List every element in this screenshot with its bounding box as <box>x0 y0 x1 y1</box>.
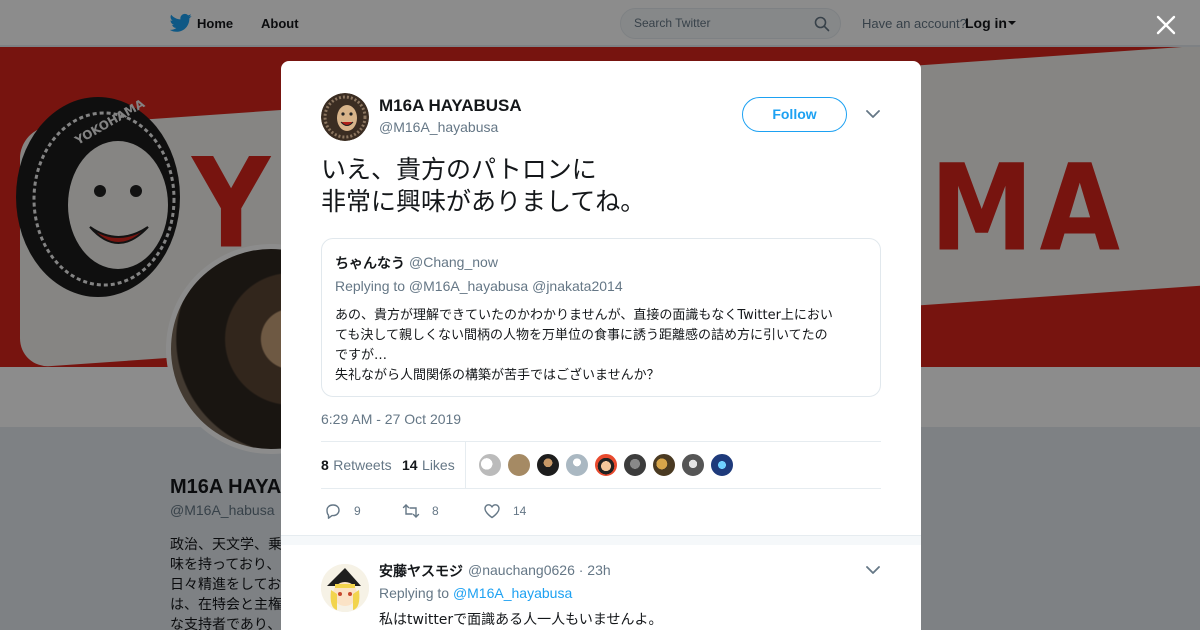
like-button[interactable]: 14 <box>483 501 543 521</box>
like-count: 14 <box>513 504 527 518</box>
retweet-button[interactable]: 8 <box>402 501 462 521</box>
quoted-tweet[interactable]: ちゃんなう @Chang_now Replying to @M16A_hayab… <box>321 238 881 397</box>
retweets-stat[interactable]: 8 Retweets <box>321 457 392 475</box>
liker-avatar[interactable] <box>681 453 705 477</box>
retweet-count: 8 <box>432 504 439 518</box>
liker-avatar[interactable] <box>623 453 647 477</box>
replies-divider <box>281 535 921 545</box>
liker-avatar[interactable] <box>710 453 734 477</box>
chevron-down-icon[interactable] <box>866 565 880 575</box>
retweets-label: Retweets <box>333 457 392 473</box>
quoted-text-line: あの、貴方が理解できていたのかわかりませんが、直接の面識もなくTwitter上に… <box>335 308 833 323</box>
reply-count: 9 <box>354 504 361 518</box>
retweet-icon <box>402 504 420 518</box>
author-avatar[interactable] <box>321 93 369 141</box>
stats-divider <box>465 442 466 488</box>
quoted-replying-to: Replying to @M16A_hayabusa @jnakata2014 <box>335 278 623 294</box>
reply-author-handle[interactable]: @nauchang0626 · 23h <box>468 562 611 578</box>
likes-count: 14 <box>402 457 418 473</box>
reply-text: 私はtwitterで面識ある人一人もいませんよ。 <box>379 612 663 628</box>
quoted-text-line: ても決して親しくない間柄の人物を万単位の食事に誘う距離感の詰め方に引いてたの <box>335 328 828 343</box>
reply-icon <box>326 504 340 519</box>
tweet-text-line: 非常に興味がありましてね。 <box>321 187 646 216</box>
likes-label: Likes <box>422 457 455 473</box>
follow-button[interactable]: Follow <box>742 97 847 132</box>
liker-avatar[interactable] <box>565 453 589 477</box>
quoted-tweet-text: あの、貴方が理解できていたのかわかりませんが、直接の面識もなくTwitter上に… <box>335 306 875 386</box>
retweets-count: 8 <box>321 457 329 473</box>
author-name[interactable]: M16A HAYABUSA <box>379 96 522 116</box>
close-icon[interactable] <box>1152 11 1180 39</box>
tweet-text: いえ、貴方のパトロンに 非常に興味がありましてね。 <box>321 154 881 218</box>
quoted-author-handle: @Chang_now <box>409 254 498 270</box>
quoted-text-line: ですが… <box>335 348 388 363</box>
reply-replying-to: Replying to @M16A_hayabusa <box>379 585 572 601</box>
tweet-timestamp[interactable]: 6:29 AM - 27 Oct 2019 <box>321 411 461 427</box>
quoted-author-name: ちゃんなう <box>335 256 405 272</box>
reply-handle-text: @nauchang0626 <box>468 562 575 578</box>
replying-prefix: Replying to <box>379 585 450 601</box>
liker-avatar[interactable] <box>478 453 502 477</box>
liker-avatar[interactable] <box>594 453 618 477</box>
quoted-text-line: 失礼ながら人間関係の構築が苦手ではございませんか？ <box>335 368 660 383</box>
tweet-actions: 9 8 14 <box>321 501 881 521</box>
reply-author-avatar[interactable] <box>321 564 369 612</box>
heart-icon <box>484 504 500 519</box>
reply-button[interactable]: 9 <box>324 501 374 521</box>
reply-time[interactable]: · 23h <box>579 562 611 578</box>
tweet-stats: 8 Retweets 14 Likes <box>321 441 881 489</box>
tweet-text-line: いえ、貴方のパトロンに <box>321 155 597 184</box>
liker-avatar[interactable] <box>507 453 531 477</box>
chevron-down-icon[interactable] <box>866 109 880 119</box>
replying-handle-link[interactable]: @M16A_hayabusa <box>453 585 572 601</box>
reply-author-name[interactable]: 安藤ヤスモジ <box>379 561 463 581</box>
liker-avatar[interactable] <box>652 453 676 477</box>
likes-stat[interactable]: 14 Likes <box>402 457 455 475</box>
liker-avatar[interactable] <box>536 453 560 477</box>
author-handle[interactable]: @M16A_hayabusa <box>379 119 498 135</box>
tweet-modal: M16A HAYABUSA @M16A_hayabusa Follow いえ、貴… <box>281 61 921 630</box>
